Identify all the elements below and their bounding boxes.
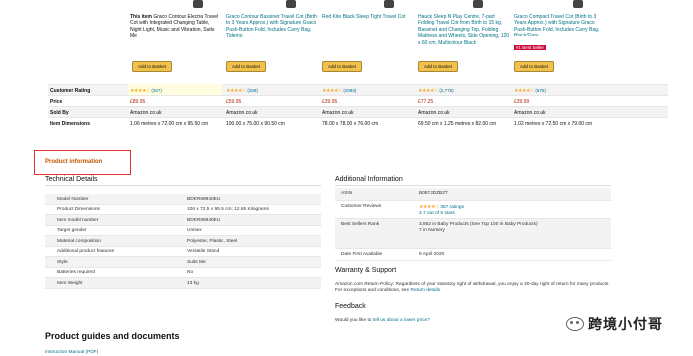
table-row: Item Weight 13 kg xyxy=(45,278,321,289)
rating-cell[interactable]: ★★★★☆ (357) xyxy=(130,88,162,94)
wechat-icon xyxy=(566,317,584,331)
product-image[interactable] xyxy=(473,0,483,8)
table-row: Best Sellers Rank 3,662 in Baby Products… xyxy=(335,219,611,249)
feedback-text: Would you like to tell us about a lower … xyxy=(335,318,430,323)
additional-information-heading: Additional Information xyxy=(335,176,403,183)
row-label: Item Dimensions xyxy=(50,121,91,127)
best-seller-badge: #1 Best Seller xyxy=(514,45,547,50)
price-cell: £59.95 xyxy=(226,99,242,105)
add-to-basket-button[interactable]: Add to Basket xyxy=(514,61,554,72)
return-details-link[interactable]: Return details xyxy=(410,288,440,293)
table-row: Customer Reviews ★★★★☆ 357 ratings 4.7 o… xyxy=(335,201,611,219)
price-cell: £77.25 xyxy=(418,99,434,105)
add-to-basket-button[interactable]: Add to Basket xyxy=(418,61,458,72)
product-column-1: This item Graco Contour Electra Travel C… xyxy=(130,14,222,54)
lower-price-link[interactable]: tell us about a lower price? xyxy=(373,318,430,323)
product-information-title: Product information xyxy=(45,159,103,165)
comparison-rows: Customer Rating ★★★★☆ (357) ★★★★☆ (259) … xyxy=(48,84,668,128)
warranty-text: Amazon.com Return Policy: Regardless of … xyxy=(335,282,610,294)
product-guides-heading: Product guides and documents xyxy=(45,331,180,341)
add-to-basket-button[interactable]: Add to Basket xyxy=(322,61,362,72)
table-row: Item model number BDKR89940EU xyxy=(45,215,321,226)
seller-cell: Amazon.co.uk xyxy=(226,110,258,116)
product-title-link[interactable]: Red Kite Black Sleep Tight Travel Cot xyxy=(322,14,414,54)
product-column-3: Red Kite Black Sleep Tight Travel Cot xyxy=(322,14,414,54)
seller-cell: Amazon.co.uk xyxy=(322,110,354,116)
technical-details-heading: Technical Details xyxy=(45,176,98,183)
table-row: Date First Available 8 April 2020 xyxy=(335,249,611,261)
seller-cell: Amazon.co.uk xyxy=(130,110,162,116)
watermark: 跨境小付哥 xyxy=(566,314,663,334)
dimension-cell: 100.00 x 75.00 x 90.50 cm xyxy=(226,121,285,127)
seller-cell: Amazon.co.uk xyxy=(514,110,546,116)
table-row: Model Number BDKR89940EU xyxy=(45,194,321,205)
rating-cell[interactable]: ★★★★☆ (4083) xyxy=(322,88,356,94)
divider xyxy=(335,185,611,186)
table-row: Style Suits Me xyxy=(45,257,321,268)
rating-cell[interactable]: ★★★★☆ (675) xyxy=(514,88,546,94)
table-row: Target gender Unisex xyxy=(45,226,321,236)
price-row: Price £89.95 £59.95 £39.95 £77.25 £39.99 xyxy=(48,95,668,106)
dimension-cell: 1.02 metres x 72.50 cm x 79.00 cm xyxy=(514,121,593,127)
table-row: Material composition Polyester, Plastic, … xyxy=(45,236,321,247)
table-row: ASIN B087JDZB2T xyxy=(335,188,611,201)
dimension-cell: 1.06 metres x 72.00 cm x 95.50 cm xyxy=(130,121,209,127)
customer-reviews-value[interactable]: ★★★★☆ 357 ratings 4.7 out of 5 stars xyxy=(419,204,464,217)
price-cell: £39.99 xyxy=(514,99,530,105)
dimension-cell: 69.50 cm x 1.25 metres x 82.00 cm xyxy=(418,121,497,127)
dimension-cell: 78.00 x 78.00 x 76.00 cm xyxy=(322,121,379,127)
rating-row: Customer Rating ★★★★☆ (357) ★★★★☆ (259) … xyxy=(48,84,668,96)
product-title-link[interactable]: Hauck Sleep N Play Centre, 7-part Foldin… xyxy=(418,14,510,54)
additional-information-table: ASIN B087JDZB2T Customer Reviews ★★★★☆ 3… xyxy=(335,188,611,261)
row-label: Price xyxy=(50,99,63,105)
dimensions-row: Item Dimensions 1.06 metres x 72.00 cm x… xyxy=(48,117,668,128)
product-column-5: Graco Compact Travel Cot (Birth to 3 Yea… xyxy=(514,14,606,54)
price-cell: £89.95 xyxy=(130,99,146,105)
table-row: Product Dimensions 106 x 72.5 x 95.5 cm; … xyxy=(45,205,321,215)
product-title-link[interactable]: Graco Contour Bassinet Travel Cot (Birth… xyxy=(226,14,318,54)
add-to-basket-button[interactable]: Add to Basket xyxy=(132,61,172,72)
add-to-basket-button[interactable]: Add to Basket xyxy=(226,61,266,72)
seller-cell: Amazon.co.uk xyxy=(418,110,450,116)
product-image[interactable] xyxy=(193,0,203,8)
technical-details-table: Model Number BDKR89940EU Product Dimensio… xyxy=(45,194,321,289)
product-image[interactable] xyxy=(286,0,296,8)
divider xyxy=(45,185,321,186)
product-image[interactable] xyxy=(384,0,394,8)
table-row: Batteries required No xyxy=(45,268,321,278)
sold-by-row: Sold By Amazon.co.uk Amazon.co.uk Amazon… xyxy=(48,106,668,117)
feedback-heading: Feedback xyxy=(335,303,366,310)
table-row: Additional product features Versatile Sta… xyxy=(45,247,321,257)
product-title-link[interactable]: Graco Compact Travel Cot (Birth to 3 Yea… xyxy=(514,14,606,36)
row-label: Customer Rating xyxy=(50,88,91,94)
rating-cell[interactable]: ★★★★☆ (259) xyxy=(226,88,258,94)
instruction-manual-link[interactable]: Instruction Manual (PDF) xyxy=(45,350,98,355)
row-label: Sold By xyxy=(50,110,69,116)
comparison-table: This item Graco Contour Electra Travel C… xyxy=(48,0,668,134)
product-column-2: Graco Contour Bassinet Travel Cot (Birth… xyxy=(226,14,318,54)
price-cell: £39.95 xyxy=(322,99,338,105)
product-image[interactable] xyxy=(573,0,583,8)
product-column-4: Hauck Sleep N Play Centre, 7-part Foldin… xyxy=(418,14,510,54)
rating-cell[interactable]: ★★★★☆ (2,775) xyxy=(418,88,454,94)
warranty-heading: Warranty & Support xyxy=(335,267,397,274)
product-title: This item Graco Contour Electra Travel C… xyxy=(130,14,219,40)
